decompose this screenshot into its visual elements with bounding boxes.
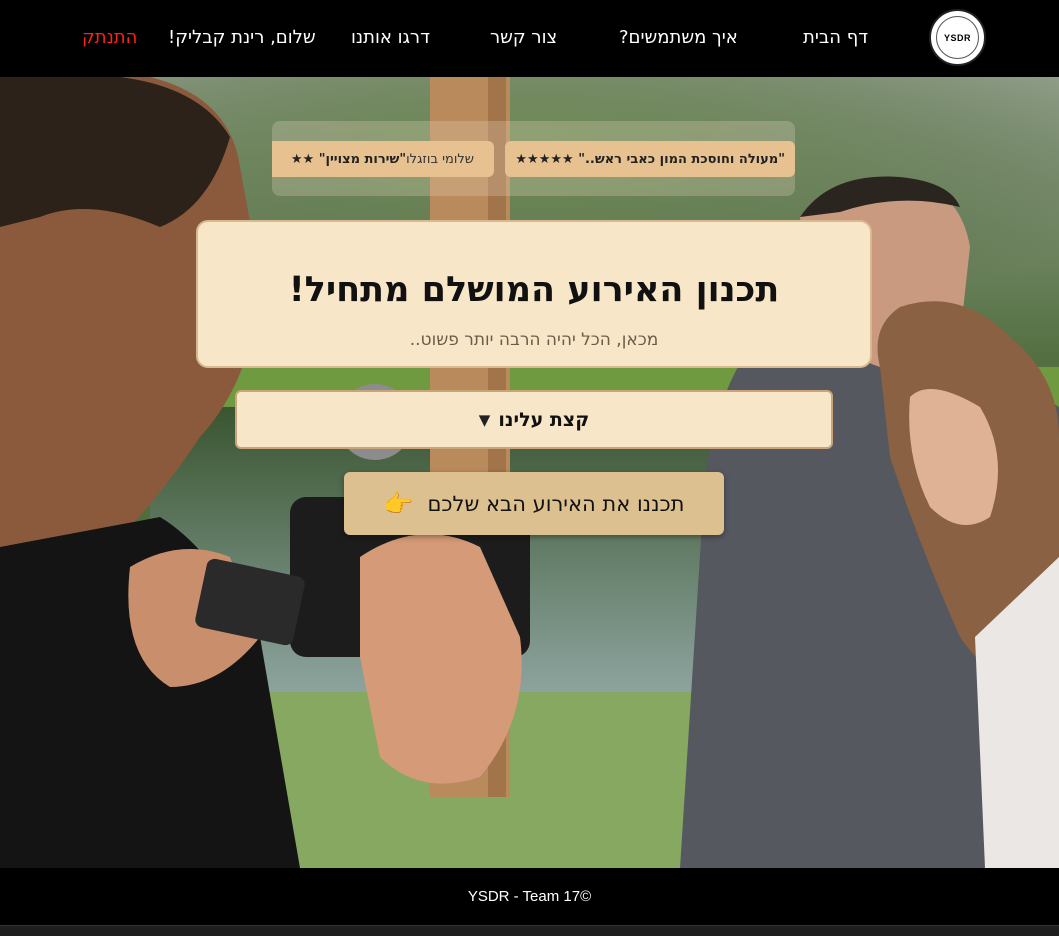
nav-rate-us-link[interactable]: דרגו אותנו (351, 26, 430, 50)
nav-how-to-use-link[interactable]: איך משתמשים? (619, 26, 738, 50)
plan-event-button[interactable]: תכננו את האירוע הבא שלכם 👉 (344, 472, 724, 535)
reviews-ticker: "מעולה וחוסכת המון כאבי ראש.." ★★★★★ שלו… (272, 121, 795, 196)
hero-card: תכנון האירוע המושלם מתחיל! מכאן, הכל יהי… (196, 220, 872, 368)
navbar: YSDR דף הבית איך משתמשים? צור קשר דרגו א… (0, 0, 1059, 77)
logout-link[interactable]: התנתק (82, 26, 137, 50)
user-greeting: שלום, רינת קבליק! (168, 27, 316, 48)
plan-event-label: תכננו את האירוע הבא שלכם (427, 491, 685, 516)
nav-contact-link[interactable]: צור קשר (490, 26, 557, 50)
review-author: שלומי בוזגלו (406, 151, 474, 167)
hero-section: "מעולה וחוסכת המון כאבי ראש.." ★★★★★ שלו… (0, 77, 1059, 868)
review-quote: "שירות מצויין" ★★ (290, 151, 407, 167)
review-quote: "מעולה וחוסכת המון כאבי ראש.." ★★★★★ (515, 151, 785, 167)
footer: YSDR - Team 17© (0, 868, 1059, 925)
logo[interactable]: YSDR (929, 9, 986, 66)
review-card: "מעולה וחוסכת המון כאבי ראש.." ★★★★★ (505, 141, 795, 177)
review-card: שלומי בוזגלו "שירות מצויין" ★★ (272, 141, 494, 177)
about-us-label: קצת עלינו (498, 408, 590, 431)
logo-text: YSDR (944, 32, 972, 43)
about-us-button[interactable]: קצת עלינו ▼ (235, 390, 833, 449)
bottom-strip (0, 925, 1059, 936)
hero-title: תכנון האירוע המושלם מתחיל! (288, 270, 780, 310)
caret-down-icon: ▼ (478, 410, 491, 429)
app-root: YSDR דף הבית איך משתמשים? צור קשר דרגו א… (0, 0, 1059, 936)
pointing-hand-icon: 👉 (383, 489, 414, 518)
nav-home-link[interactable]: דף הבית (803, 26, 868, 50)
footer-copyright: YSDR - Team 17© (467, 888, 592, 905)
hero-subtitle: מכאן, הכל יהיה הרבה יותר פשוט.. (409, 330, 659, 350)
